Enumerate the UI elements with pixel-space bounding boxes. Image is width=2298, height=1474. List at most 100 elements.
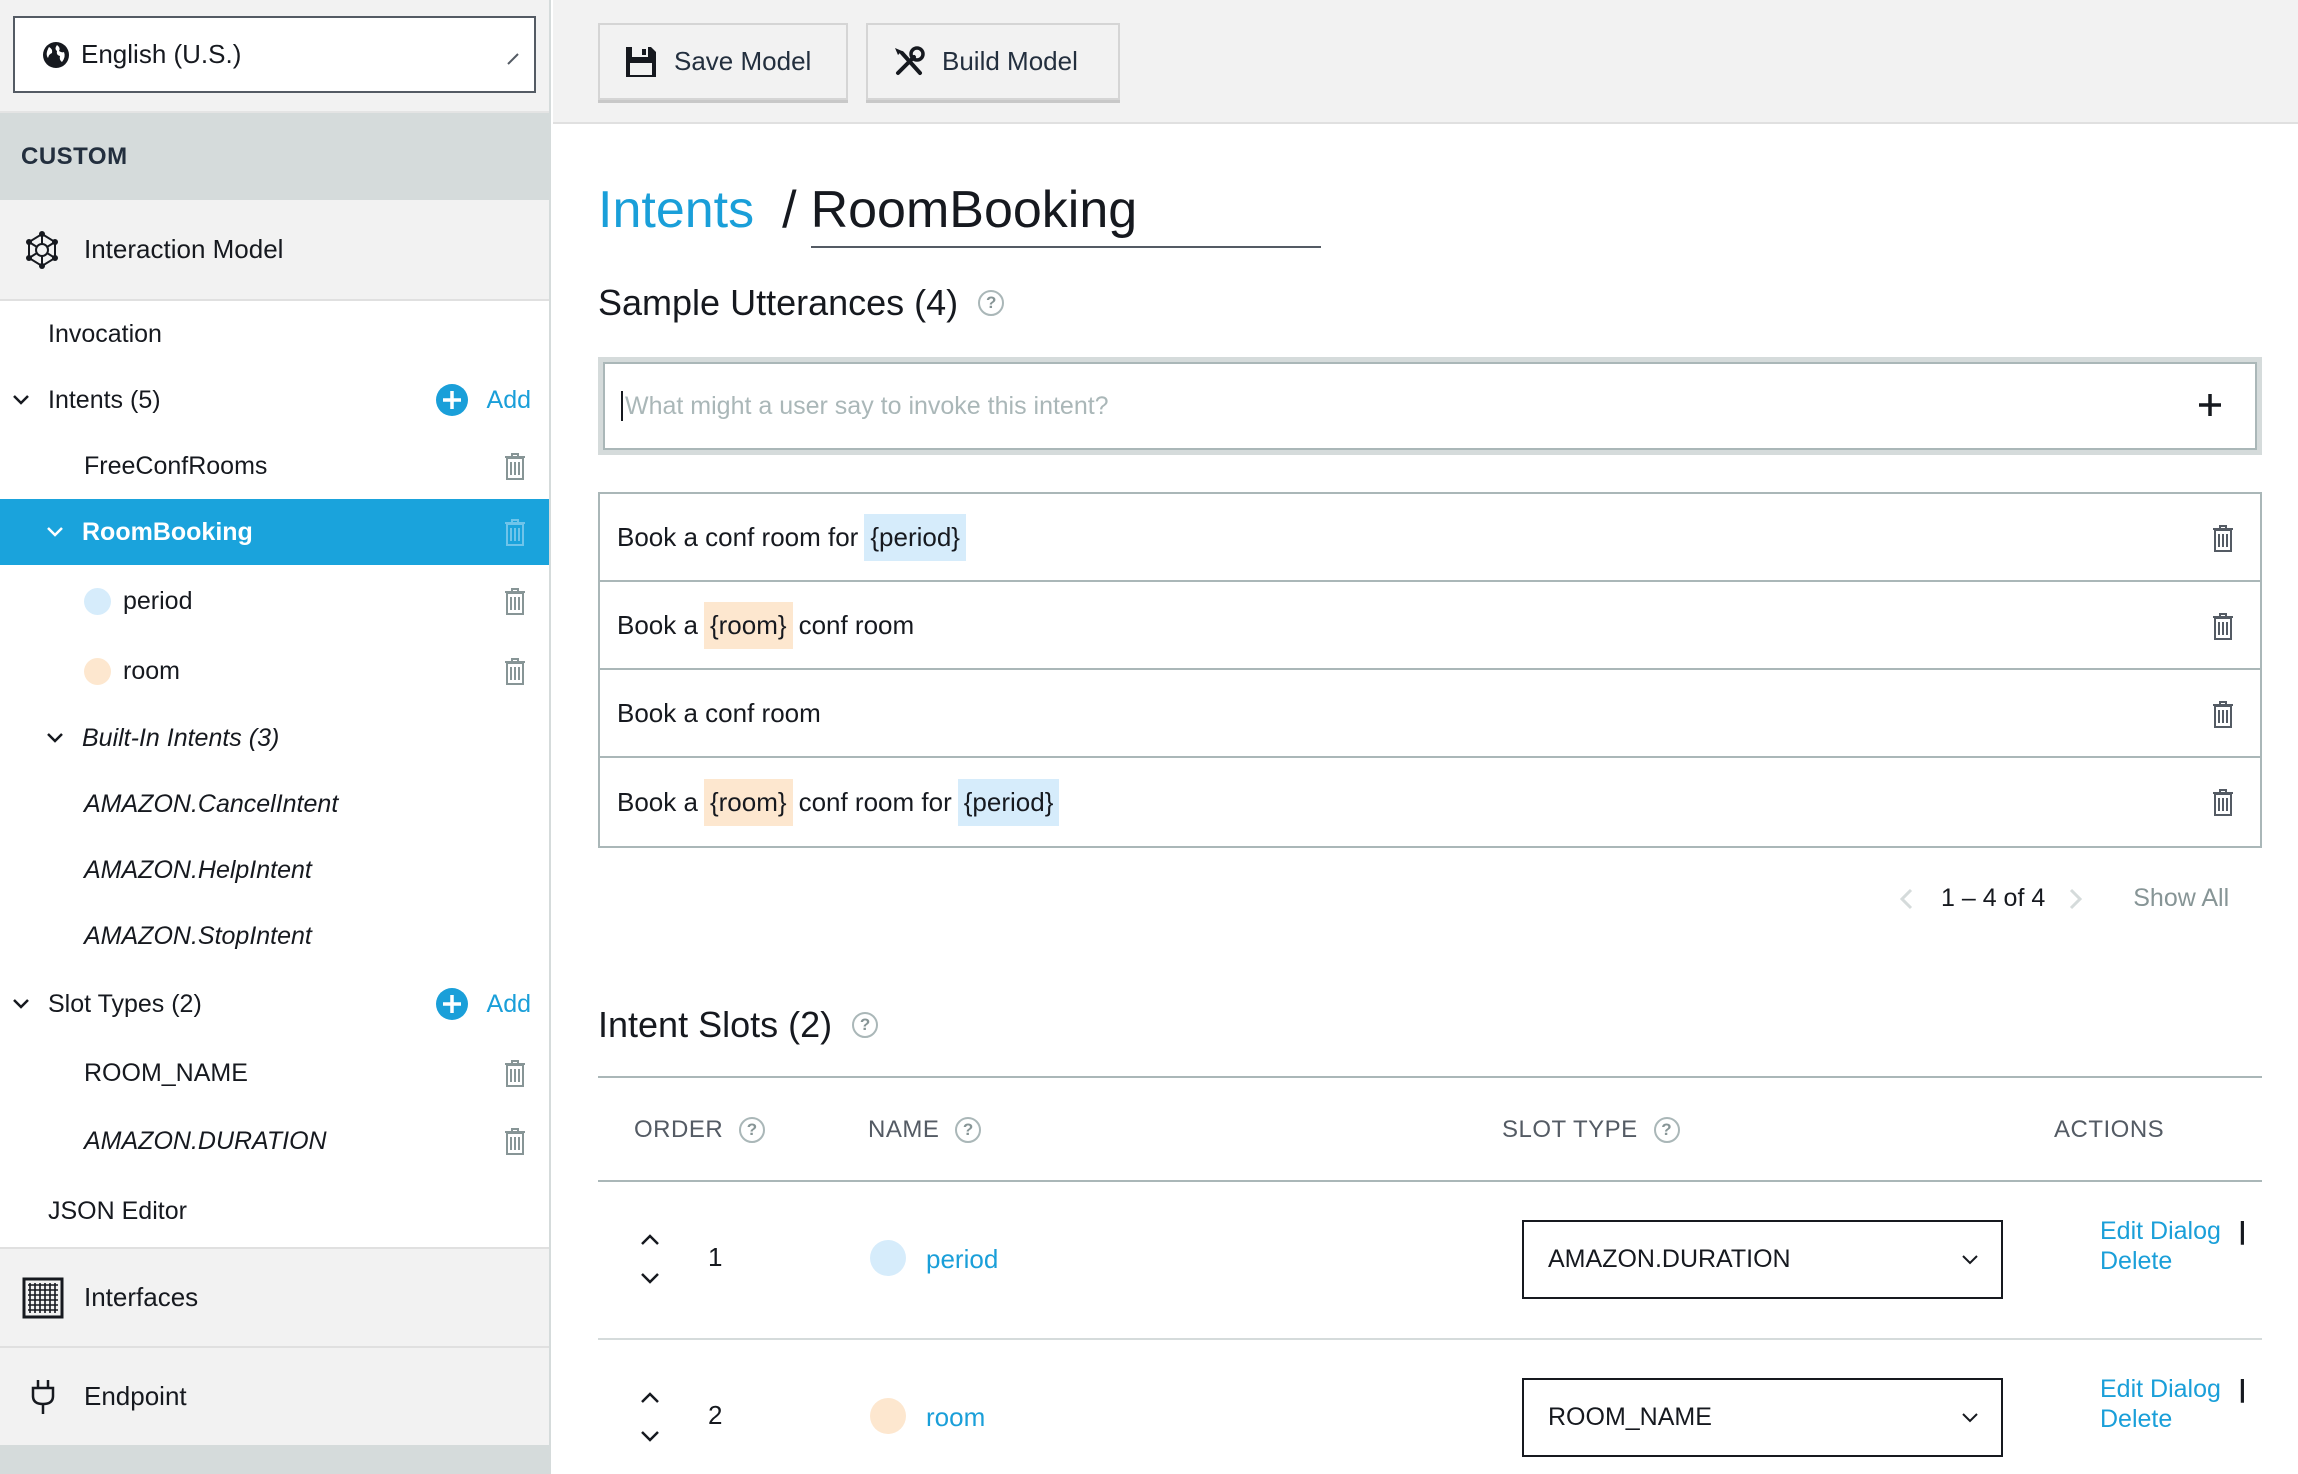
sidebar: English (U.S.) CUSTOM Interaction Model … — [0, 0, 551, 1474]
reorder-arrows-icon[interactable] — [638, 1388, 662, 1448]
room-slot-token[interactable]: {room} — [703, 601, 793, 649]
tools-icon — [895, 45, 925, 75]
sidebar-item-roombooking[interactable]: RoomBooking — [0, 499, 549, 565]
period-slot-token[interactable]: {period} — [864, 513, 966, 561]
trash-icon[interactable] — [503, 1058, 527, 1088]
sidebar-item-json-editor[interactable]: JSON Editor — [0, 1175, 549, 1247]
intent-slots-heading: Intent Slots (2) ? — [598, 1004, 879, 1046]
interfaces-section[interactable]: Interfaces — [0, 1247, 549, 1346]
chevron-down-icon[interactable] — [46, 732, 64, 744]
text-caret — [621, 391, 623, 421]
show-all-link[interactable]: Show All — [2133, 884, 2229, 913]
help-icon[interactable]: ? — [852, 1012, 879, 1038]
chevron-down-icon[interactable] — [12, 998, 30, 1010]
actions-header-label: ACTIONS — [2054, 1116, 2165, 1143]
name-header: NAME ? — [868, 1116, 982, 1144]
add-intent-button[interactable]: Add — [435, 383, 531, 417]
sidebar-item-stopintent[interactable]: AMAZON.StopIntent — [0, 903, 549, 969]
sidebar-item-duration-type[interactable]: AMAZON.DURATION — [0, 1107, 549, 1175]
add-slot-type-button[interactable]: Add — [435, 987, 531, 1021]
pagination: 1 – 4 of 4 Show All — [1899, 884, 2229, 913]
sidebar-item-builtin-intents[interactable]: Built-In Intents (3) — [0, 705, 549, 771]
custom-section-header: CUSTOM — [0, 113, 549, 200]
plug-icon — [31, 1379, 55, 1414]
language-select[interactable]: English (U.S.) — [13, 16, 536, 93]
delete-slot-link[interactable]: Delete — [2100, 1247, 2172, 1275]
trash-icon[interactable] — [2211, 787, 2235, 817]
build-model-button[interactable]: Build Model — [866, 23, 1120, 100]
sidebar-footer — [0, 1445, 549, 1474]
trash-icon[interactable] — [503, 586, 527, 616]
sidebar-item-helpintent[interactable]: AMAZON.HelpIntent — [0, 837, 549, 903]
sidebar-item-room-name-type[interactable]: ROOM_NAME — [0, 1039, 549, 1107]
table-header: ORDER ? NAME ? SLOT TYPE ? ACTIONS — [598, 1076, 2262, 1182]
list-item[interactable]: Book a {room} conf room — [600, 582, 2260, 670]
endpoint-section[interactable]: Endpoint — [0, 1346, 549, 1445]
trash-icon[interactable] — [2211, 611, 2235, 641]
sidebar-item-slot-period[interactable]: period — [0, 565, 549, 637]
slot-type-label: ROOM_NAME — [84, 1058, 248, 1087]
globe-icon — [43, 41, 69, 68]
sample-utterances-heading: Sample Utterances (4) ? — [598, 282, 1005, 324]
chevron-right-icon[interactable] — [2069, 888, 2083, 910]
intent-name-field[interactable]: RoomBooking — [810, 180, 1321, 248]
trash-icon[interactable] — [2211, 699, 2235, 729]
intent-label: RoomBooking — [82, 517, 253, 546]
plus-circle-icon — [435, 988, 468, 1020]
sidebar-item-freeconfrooms[interactable]: FreeConfRooms — [0, 433, 549, 499]
save-model-button[interactable]: Save Model — [598, 23, 848, 100]
list-item[interactable]: Book a conf room — [600, 670, 2260, 758]
chevron-left-icon[interactable] — [1899, 888, 1913, 910]
period-slot-dot — [84, 587, 111, 615]
add-utterance-plus-icon[interactable] — [2197, 392, 2223, 418]
help-icon[interactable]: ? — [955, 1117, 982, 1143]
slot-label: room — [123, 656, 180, 685]
help-icon[interactable]: ? — [739, 1117, 766, 1143]
utterance-input[interactable]: What might a user say to invoke this int… — [598, 357, 2262, 455]
actions-header: ACTIONS — [2054, 1116, 2164, 1144]
sidebar-item-slot-room[interactable]: room — [0, 637, 549, 705]
room-slot-dot — [870, 1398, 906, 1434]
slot-type-select[interactable]: AMAZON.DURATION — [1522, 1220, 2003, 1299]
action-separator: | — [2238, 1217, 2246, 1245]
help-icon[interactable]: ? — [978, 290, 1005, 316]
sample-utterances-title: Sample Utterances (4) — [598, 282, 959, 323]
trash-icon[interactable] — [2211, 523, 2235, 553]
period-slot-token[interactable]: {period} — [957, 778, 1060, 826]
list-item[interactable]: Book a conf room for {period} — [600, 494, 2260, 582]
sidebar-item-slot-types[interactable]: Slot Types (2) Add — [0, 969, 549, 1039]
utterance-list: Book a conf room for {period} Book a {ro… — [598, 492, 2262, 848]
delete-slot-link[interactable]: Delete — [2100, 1405, 2172, 1433]
chevron-down-icon[interactable] — [46, 526, 64, 538]
room-slot-token[interactable]: {room} — [703, 778, 793, 826]
sidebar-nav: Invocation Intents (5) Add FreeConfRooms… — [0, 301, 549, 1247]
edit-dialog-link[interactable]: Edit Dialog — [2100, 1217, 2221, 1245]
sidebar-item-invocation[interactable]: Invocation — [0, 301, 549, 367]
slot-name-link[interactable]: room — [926, 1402, 985, 1433]
slot-label: period — [123, 586, 193, 615]
slot-type-select[interactable]: ROOM_NAME — [1522, 1378, 2003, 1457]
endpoint-label: Endpoint — [84, 1381, 187, 1411]
add-intent-label: Add — [486, 385, 531, 414]
trash-icon[interactable] — [503, 1126, 527, 1156]
breadcrumb-intents-link[interactable]: Intents — [598, 180, 754, 240]
interaction-model-section[interactable]: Interaction Model — [0, 200, 549, 301]
breadcrumb-separator: / — [782, 181, 797, 239]
sidebar-item-intents[interactable]: Intents (5) Add — [0, 367, 549, 433]
help-icon[interactable]: ? — [1653, 1117, 1680, 1143]
chevron-down-icon — [1962, 1255, 1978, 1265]
trash-icon[interactable] — [503, 451, 527, 481]
invocation-label: Invocation — [48, 319, 162, 348]
list-item[interactable]: Book a {room} conf room for {period} — [600, 758, 2260, 846]
reorder-arrows-icon[interactable] — [638, 1230, 662, 1290]
slot-order: 1 — [708, 1242, 723, 1272]
interfaces-label: Interfaces — [84, 1282, 199, 1312]
chevron-down-icon[interactable] — [12, 394, 30, 406]
edit-dialog-link[interactable]: Edit Dialog — [2100, 1375, 2221, 1403]
table-row: 2 room ROOM_NAME Edit Dialog | Delete — [598, 1340, 2262, 1474]
trash-icon[interactable] — [503, 656, 527, 686]
trash-icon[interactable] — [503, 517, 527, 547]
slot-name-link[interactable]: period — [926, 1244, 998, 1275]
sidebar-item-cancelintent[interactable]: AMAZON.CancelIntent — [0, 771, 549, 837]
intents-label: Intents (5) — [48, 385, 161, 414]
